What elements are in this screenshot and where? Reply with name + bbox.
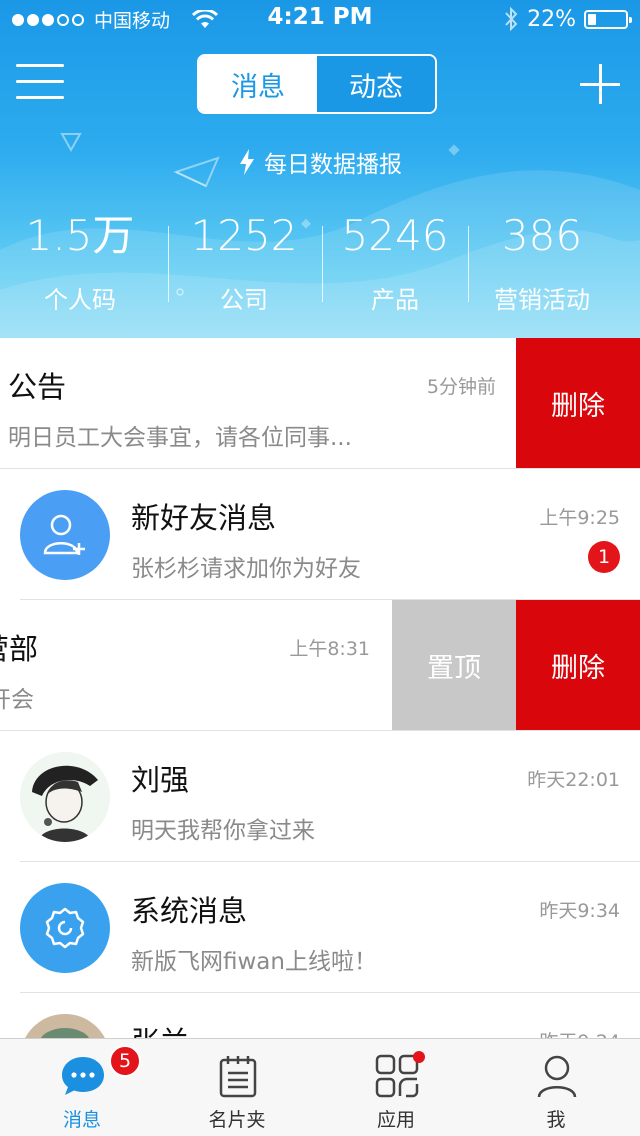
unread-badge: 1 xyxy=(588,541,620,573)
item-time: 5分钟前 xyxy=(426,376,496,398)
header: 中国移动 4:21 PM 22% 消息 动态 每日数据播报 1.5万 个人码 1… xyxy=(0,0,640,338)
add-friend-icon xyxy=(43,514,85,555)
chat-bubble-icon xyxy=(60,1053,106,1099)
delete-button[interactable]: 删除 xyxy=(516,338,640,468)
tab-apps[interactable]: 应用 xyxy=(331,1039,461,1136)
item-time: 昨天22:01 xyxy=(527,769,620,791)
conversation-list[interactable]: 公告 明日员工大会事宜，请各位同事... 5分钟前 删除 新好友消息 张杉杉请求… xyxy=(0,338,640,1038)
stat-value: 5246 xyxy=(341,211,449,260)
delete-button[interactable]: 删除 xyxy=(516,600,640,730)
item-time: 昨天9:34 xyxy=(539,900,620,922)
list-item[interactable]: 刘强 明天我帮你拿过来 昨天22:01 xyxy=(0,731,640,862)
stat-label: 公司 xyxy=(220,286,268,314)
stat-marketing[interactable]: 386 营销活动 xyxy=(472,210,612,315)
list-item[interactable]: 公告 明日员工大会事宜，请各位同事... 5分钟前 删除 xyxy=(0,338,640,469)
status-right: 22% xyxy=(503,6,632,32)
segment-moments[interactable]: 动态 xyxy=(317,56,435,112)
person-icon xyxy=(534,1053,580,1099)
tab-bar: 5 消息 名片夹 应用 我 xyxy=(0,1038,640,1136)
user-photo xyxy=(20,1014,110,1038)
user-photo-avatar xyxy=(20,752,110,842)
tab-badge: 5 xyxy=(109,1045,141,1077)
tab-notification-dot xyxy=(413,1051,425,1063)
user-photo-avatar xyxy=(20,1014,110,1038)
stat-product[interactable]: 5246 产品 xyxy=(325,210,465,315)
item-subtitle: 新版飞网fiwan上线啦！ xyxy=(131,949,377,975)
stat-label: 产品 xyxy=(371,286,419,314)
tab-me[interactable]: 我 xyxy=(491,1039,621,1136)
bluetooth-icon xyxy=(505,6,518,32)
battery-icon xyxy=(584,9,632,29)
stat-label: 营销活动 xyxy=(494,286,590,314)
system-avatar xyxy=(20,883,110,973)
tab-label: 我 xyxy=(546,1109,566,1131)
stat-value: 386 xyxy=(501,211,583,260)
item-time: 昨天9:24 xyxy=(539,1027,620,1038)
add-friend-avatar xyxy=(20,490,110,580)
stat-divider xyxy=(322,226,323,302)
pin-button[interactable]: 置顶 xyxy=(392,600,516,730)
tab-card-holder[interactable]: 名片夹 xyxy=(172,1039,302,1136)
segment-messages[interactable]: 消息 xyxy=(199,56,317,112)
item-subtitle: 张杉杉请求加你为好友 xyxy=(131,556,361,582)
lightning-icon xyxy=(240,149,254,175)
menu-button[interactable] xyxy=(16,64,64,104)
status-bar: 中国移动 4:21 PM 22% xyxy=(0,0,640,38)
daily-broadcast[interactable]: 每日数据播报 xyxy=(0,145,640,179)
item-title: 系统消息 xyxy=(131,894,248,928)
tab-messages[interactable]: 5 消息 xyxy=(17,1039,147,1136)
card-holder-icon xyxy=(215,1053,261,1099)
item-title: 营部 xyxy=(0,632,39,666)
stat-company[interactable]: 1252 公司 xyxy=(174,210,314,315)
item-time: 上午8:31 xyxy=(289,638,370,660)
item-subtitle: 开会 xyxy=(0,687,34,713)
stat-personal-code[interactable]: 1.5万 个人码 xyxy=(10,210,150,315)
item-title: 公告 xyxy=(8,370,67,404)
tab-label: 应用 xyxy=(376,1109,415,1131)
stat-label: 个人码 xyxy=(44,286,116,314)
item-title: 刘强 xyxy=(131,763,190,797)
stat-value: 1252 xyxy=(190,211,298,260)
item-title: 张兰 xyxy=(131,1019,189,1038)
tab-label: 消息 xyxy=(62,1109,101,1131)
stat-divider xyxy=(168,226,169,302)
broadcast-title: 每日数据播报 xyxy=(264,152,402,178)
stat-value: 1.5万 xyxy=(25,211,135,260)
item-subtitle: 明日员工大会事宜，请各位同事... xyxy=(8,425,352,451)
list-item[interactable]: 营部 开会 上午8:31 置顶 删除 xyxy=(0,600,640,731)
list-item[interactable]: 新好友消息 张杉杉请求加你为好友 上午9:25 1 xyxy=(0,469,640,600)
tab-label: 名片夹 xyxy=(208,1109,266,1131)
item-title: 新好友消息 xyxy=(131,501,277,535)
add-button[interactable] xyxy=(580,64,620,104)
list-item[interactable]: 张兰 昨天9:24 xyxy=(0,993,640,1038)
battery-percent: 22% xyxy=(527,6,576,32)
segment-control: 消息 动态 xyxy=(197,54,437,114)
user-photo xyxy=(20,752,110,842)
stats-panel: 1.5万 个人码 1252 公司 5246 产品 386 营销活动 xyxy=(0,210,640,314)
list-item[interactable]: 系统消息 新版飞网fiwan上线啦！ 昨天9:34 xyxy=(0,862,640,993)
item-subtitle: 明天我帮你拿过来 xyxy=(131,818,315,844)
gear-icon xyxy=(45,907,85,949)
item-time: 上午9:25 xyxy=(539,507,620,529)
stat-divider xyxy=(468,226,469,302)
